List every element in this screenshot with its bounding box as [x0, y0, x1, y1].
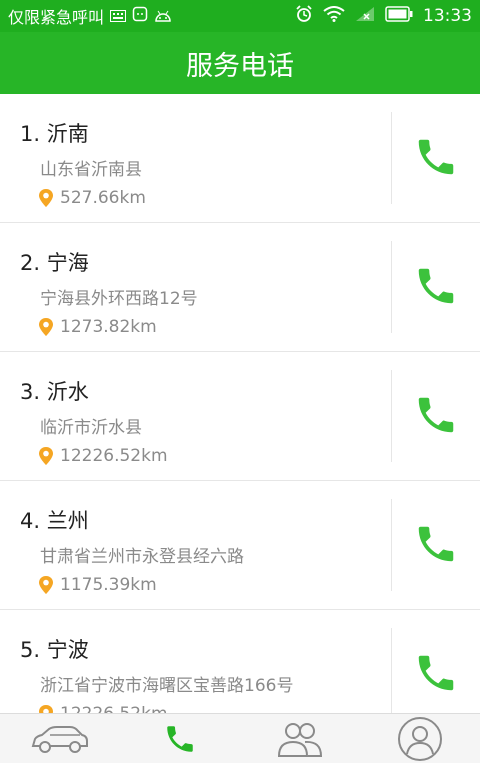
list-item[interactable]: 1. 沂南 山东省沂南县 527.66km [0, 94, 480, 223]
contact-name: 2. 宁海 [20, 251, 89, 275]
tab-phone[interactable] [120, 714, 240, 763]
alarm-icon [295, 5, 313, 27]
distance-text: 12226.52km [60, 704, 168, 713]
distance-text: 1175.39km [60, 575, 157, 595]
phone-icon [418, 268, 454, 304]
contact-distance: 1273.82km [38, 317, 157, 337]
call-button[interactable] [408, 257, 464, 315]
contact-address: 甘肃省兰州市永登县经六路 [40, 547, 244, 567]
divider [391, 628, 392, 713]
service-phone-list[interactable]: 1. 沂南 山东省沂南县 527.66km 2. 宁海 宁海县外环西路12号 1… [0, 94, 480, 713]
call-button[interactable] [408, 128, 464, 186]
call-button[interactable] [408, 386, 464, 444]
tab-car[interactable] [0, 714, 120, 763]
contact-name: 3. 沂水 [20, 380, 89, 404]
divider [391, 499, 392, 591]
distance-text: 1273.82km [60, 317, 157, 337]
distance-text: 527.66km [60, 188, 146, 208]
divider [391, 112, 392, 204]
contact-address: 浙江省宁波市海曙区宝善路166号 [40, 676, 294, 696]
contact-address: 山东省沂南县 [40, 160, 142, 180]
people-icon [277, 722, 323, 757]
signal-icon [355, 6, 375, 26]
contact-name: 1. 沂南 [20, 122, 89, 146]
list-item[interactable]: 5. 宁波 浙江省宁波市海曙区宝善路166号 12226.52km [0, 610, 480, 713]
tab-profile[interactable] [360, 714, 480, 763]
android-debug-icon [154, 7, 172, 26]
battery-icon [385, 6, 413, 26]
list-item[interactable]: 2. 宁海 宁海县外环西路12号 1273.82km [0, 223, 480, 352]
bottom-tab-bar [0, 713, 480, 763]
list-item[interactable]: 4. 兰州 甘肃省兰州市永登县经六路 1175.39km [0, 481, 480, 610]
location-pin-icon [39, 189, 53, 207]
location-pin-icon [39, 447, 53, 465]
phone-icon [418, 139, 454, 175]
call-button[interactable] [408, 515, 464, 573]
distance-text: 12226.52km [60, 446, 168, 466]
contact-distance: 12226.52km [38, 704, 168, 713]
divider [391, 370, 392, 462]
title-bar: 服务电话 [0, 32, 480, 94]
contact-distance: 527.66km [38, 188, 146, 208]
keyboard-icon [110, 7, 127, 26]
contact-name: 5. 宁波 [20, 638, 89, 662]
phone-icon [167, 725, 193, 752]
car-icon [31, 725, 88, 753]
status-bar: 仅限紧急呼叫 13:33 [0, 0, 480, 32]
phone-icon [418, 397, 454, 433]
tab-people[interactable] [240, 714, 360, 763]
wifi-icon [323, 6, 345, 26]
phone-icon [418, 526, 454, 562]
location-pin-icon [39, 705, 53, 713]
carrier-text: 仅限紧急呼叫 [8, 8, 105, 27]
call-button[interactable] [408, 644, 464, 702]
clock-text: 13:33 [423, 6, 472, 26]
android-icon [132, 6, 148, 26]
contact-address: 临沂市沂水县 [40, 418, 142, 438]
contact-distance: 1175.39km [38, 575, 157, 595]
divider [391, 241, 392, 333]
list-item[interactable]: 3. 沂水 临沂市沂水县 12226.52km [0, 352, 480, 481]
profile-icon [398, 716, 442, 761]
contact-address: 宁海县外环西路12号 [40, 289, 198, 309]
contact-distance: 12226.52km [38, 446, 168, 466]
location-pin-icon [39, 576, 53, 594]
location-pin-icon [39, 318, 53, 336]
phone-icon [418, 655, 454, 691]
page-title: 服务电话 [186, 50, 294, 82]
contact-name: 4. 兰州 [20, 509, 89, 533]
